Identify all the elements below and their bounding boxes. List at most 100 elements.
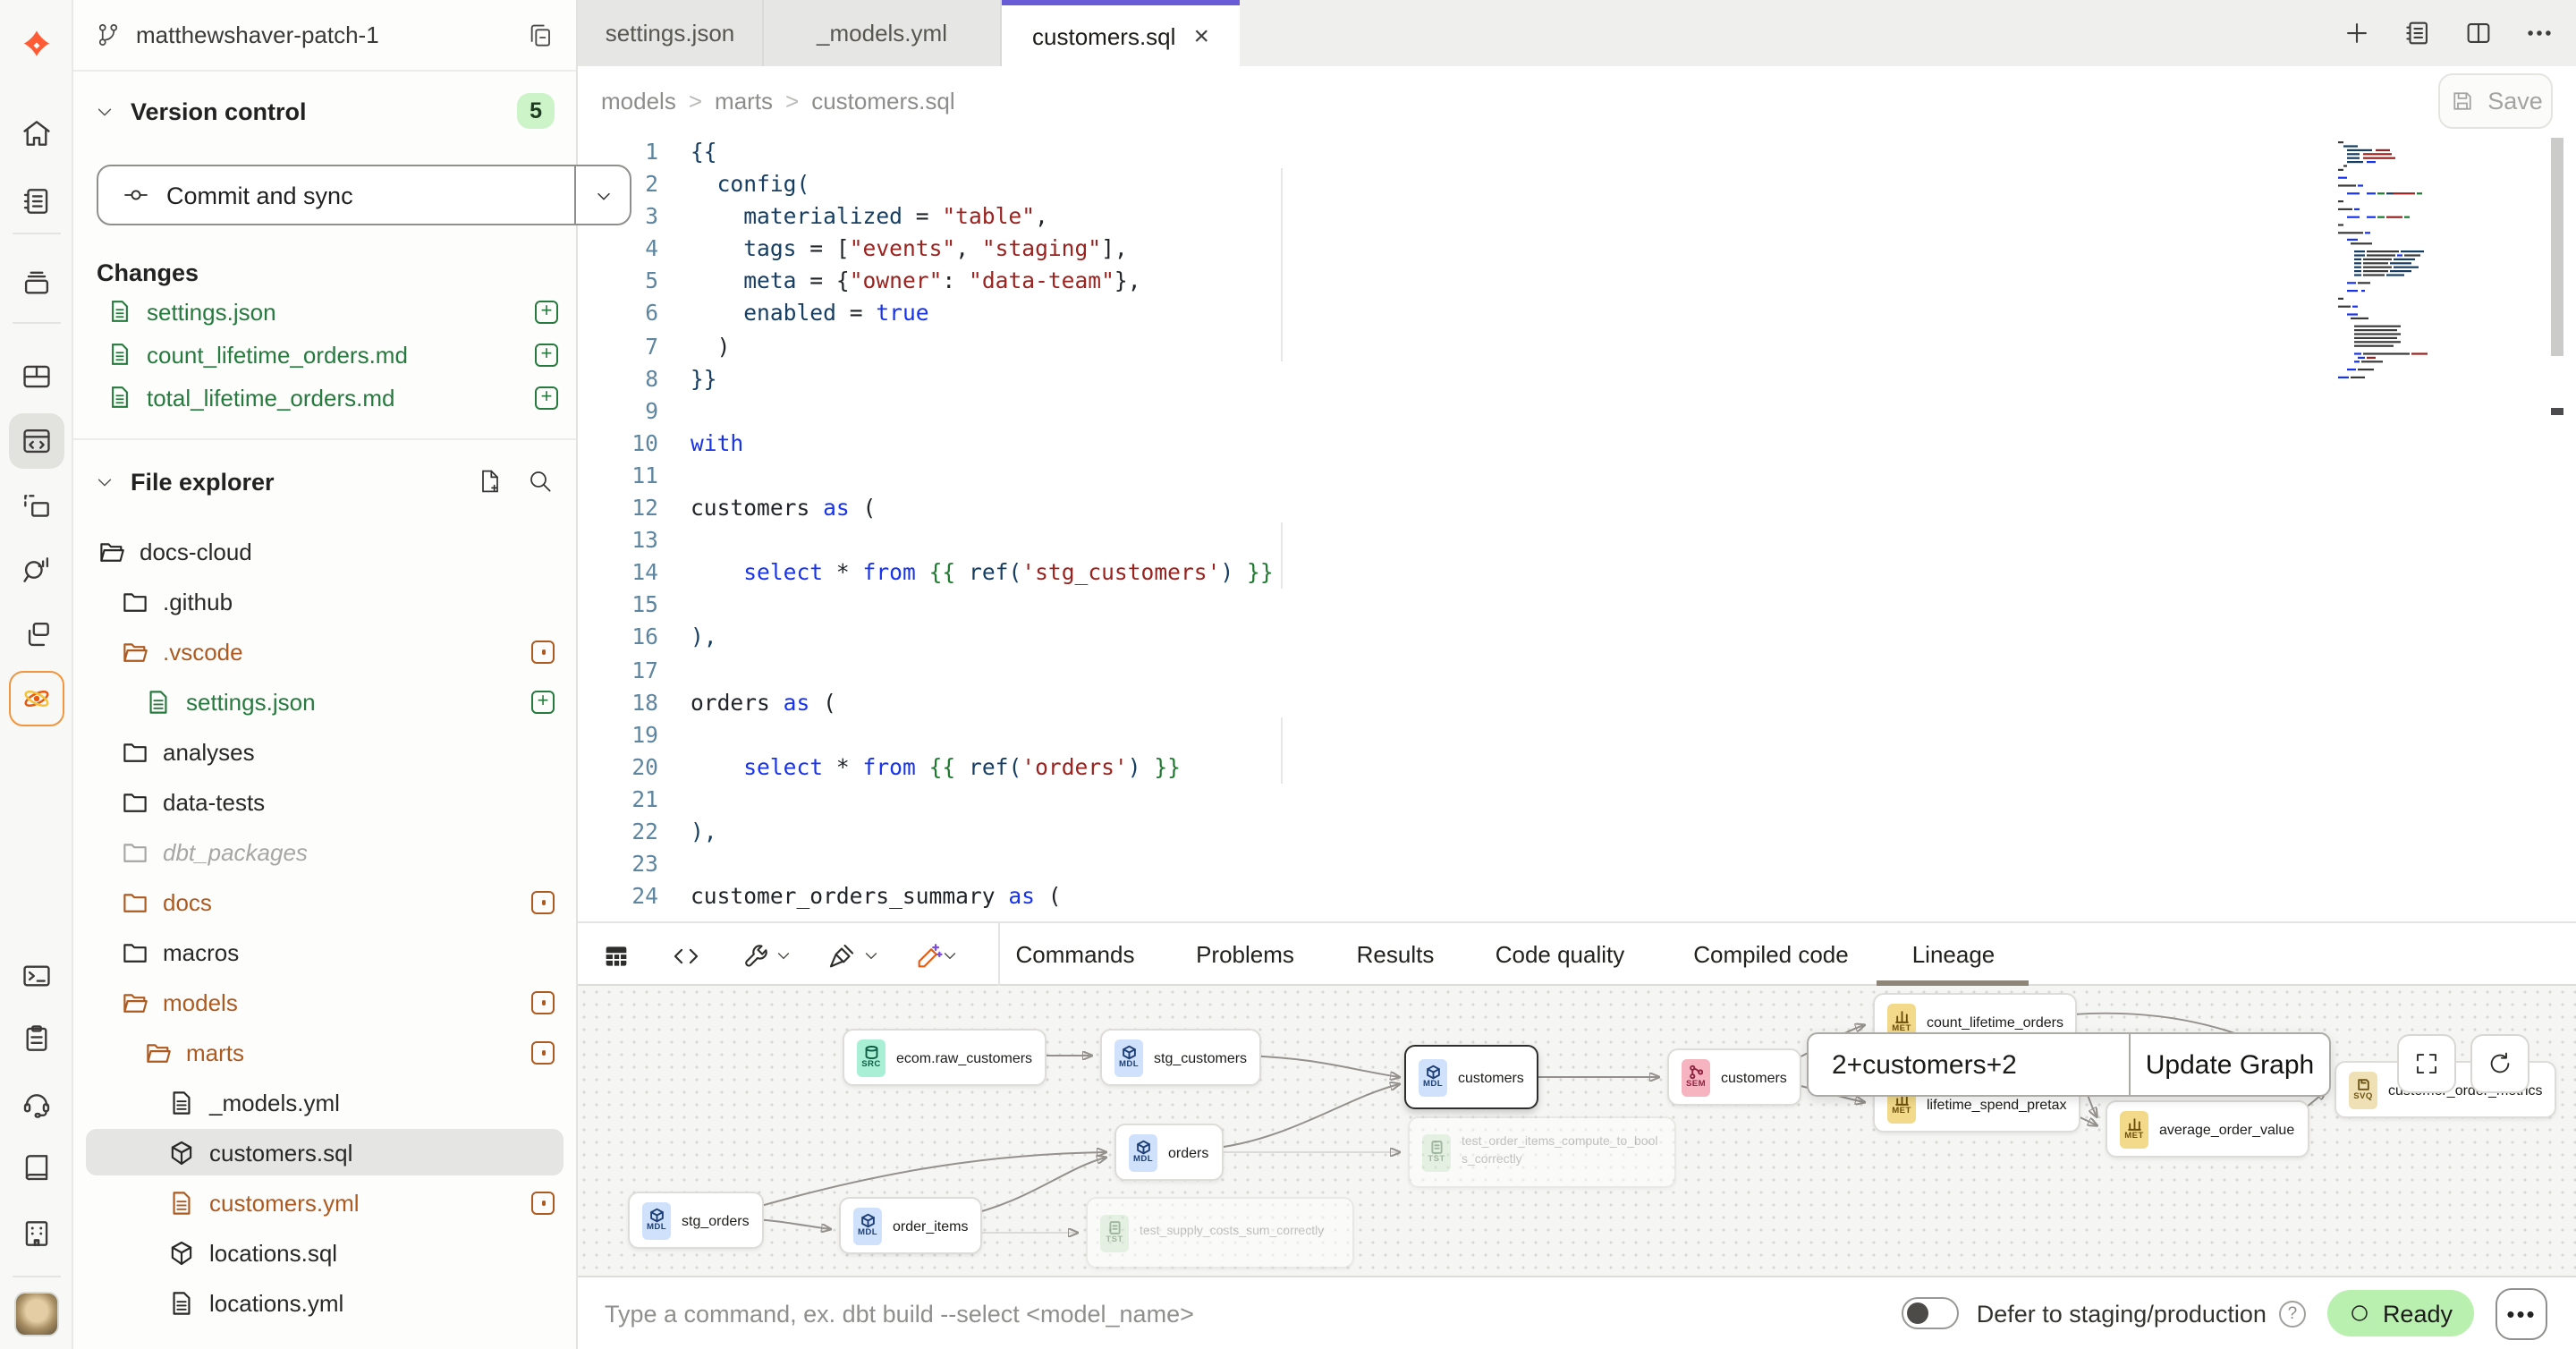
lineage-node-stg-orders[interactable]: MDL stg_orders [628,1192,764,1249]
archive-icon[interactable] [9,256,64,311]
windows-icon[interactable] [9,607,64,662]
lineage-node-ecom-raw-customers[interactable]: SRC ecom.raw_customers [843,1029,1046,1086]
canvas-icon[interactable] [9,479,64,535]
branch-name: matthewshaver-patch-1 [136,21,526,48]
scrollbar-thumb[interactable] [2551,138,2563,356]
dbt-logo-icon[interactable] [9,18,64,73]
save-button[interactable]: Save [2438,73,2553,129]
lineage-canvas[interactable]: SRC ecom.raw_customers MDL stg_customers… [578,986,2576,1276]
lineage-selector-input[interactable] [1809,1034,2129,1095]
panel-tab-code-quality[interactable]: Code quality [1496,923,1625,986]
support-headset-icon[interactable] [9,1075,64,1131]
update-graph-button[interactable]: Update Graph [2129,1034,2329,1095]
lineage-node-test-supply-costs[interactable]: TST test_supply_costs_sum_correctly [1086,1197,1354,1268]
insights-icon[interactable] [9,542,64,598]
more-actions-button[interactable] [2496,1287,2547,1339]
preview-table-icon[interactable] [594,934,637,977]
lineage-node-average-order-value[interactable]: MET average_order_value [2106,1100,2309,1158]
tree-item-docs-cloud[interactable]: docs-cloud [73,526,576,576]
avatar[interactable] [9,1286,64,1342]
tree-item-settings-json[interactable]: settings.json [73,676,576,726]
command-input[interactable] [601,1298,1902,1328]
tree-item-docs[interactable]: docs [73,877,576,927]
changed-file-row[interactable]: total_lifetime_orders.md [97,376,558,419]
stage-file-icon[interactable] [535,386,558,409]
help-icon[interactable]: ? [2279,1300,2306,1327]
notebook-icon[interactable] [9,174,64,229]
panel-tab-compiled-code[interactable]: Compiled code [1693,923,1848,986]
stage-file-icon[interactable] [535,300,558,323]
tree-item-marts[interactable]: marts [73,1027,576,1077]
commit-options-caret[interactable] [574,166,630,224]
tab-settings-json[interactable]: settings.json [578,0,764,66]
code-editor[interactable]: 1{{2 config(3 materialized = "table",4 t… [578,134,2576,921]
minimap[interactable] [2338,138,2483,381]
line-number: 9 [578,395,658,428]
status-ready-badge[interactable]: Ready [2327,1290,2474,1336]
tab-models-yml[interactable]: _models.yml [764,0,1002,66]
organization-icon[interactable] [9,1206,64,1261]
new-tab-icon[interactable] [2333,10,2379,56]
tree-item-locations-yml[interactable]: locations.yml [73,1277,576,1328]
tree-item-data-tests[interactable]: data-tests [73,776,576,827]
new-file-icon[interactable] [476,467,504,496]
compile-code-icon[interactable] [664,934,707,977]
dbt-copilot-icon[interactable] [9,671,64,726]
changed-file-row[interactable]: settings.json [97,290,558,333]
dashboard-icon[interactable] [9,349,64,404]
defer-toggle[interactable] [1902,1297,1959,1329]
chevron-down-icon[interactable] [941,946,959,964]
breadcrumb-file[interactable]: customers.sql [811,87,954,114]
stage-file-icon[interactable] [535,343,558,366]
tree-item-customers-yml[interactable]: customers.yml [73,1177,576,1227]
branch-row[interactable]: matthewshaver-patch-1 [73,0,576,72]
tree-item-models[interactable]: models [73,977,576,1027]
line-number: 7 [578,330,658,362]
copy-icon[interactable] [526,21,555,49]
tasks-clipboard-icon[interactable] [9,1011,64,1066]
tree-item-locations-sql[interactable]: locations.sql [73,1227,576,1277]
search-icon[interactable] [526,467,555,496]
version-control-header[interactable]: Version control 5 [95,93,555,129]
tree-item-customers-sql[interactable]: customers.sql [73,1127,576,1177]
tree-item-analyses[interactable]: analyses [73,726,576,776]
breadcrumb-marts[interactable]: marts [715,87,773,114]
panel-tab-problems[interactable]: Problems [1196,923,1294,986]
refresh-icon[interactable] [2470,1034,2529,1093]
tree-item--vscode[interactable]: .vscode [73,626,576,676]
panel-tab-lineage[interactable]: Lineage [1912,923,1996,986]
format-broom-icon[interactable] [819,934,862,977]
tree-item--github[interactable]: .github [73,576,576,626]
more-options-icon[interactable] [2515,10,2562,56]
lineage-node-stg-customers[interactable]: MDL stg_customers [1100,1029,1261,1086]
breadcrumb-models[interactable]: models [601,87,676,114]
lineage-node-order-items[interactable]: MDL order_items [839,1197,983,1254]
docs-book-icon[interactable] [9,1140,64,1195]
tree-item-dbt-packages[interactable]: dbt_packages [73,827,576,877]
file-explorer-header[interactable]: File explorer [95,462,555,501]
lineage-node-customers-semantic[interactable]: SEM customers [1667,1048,1801,1106]
tab-customers-sql[interactable]: customers.sql × [1002,0,1240,66]
code-editor-icon[interactable] [9,413,64,469]
modified-badge [531,890,555,913]
lineage-node-orders[interactable]: MDL orders [1114,1124,1223,1181]
notebook-panel-icon[interactable] [2394,10,2440,56]
tree-item-macros[interactable]: macros [73,927,576,977]
terminal-icon[interactable] [9,948,64,1004]
chevron-down-icon[interactable] [862,946,880,964]
changed-file-row[interactable]: count_lifetime_orders.md [97,333,558,376]
build-wrench-icon[interactable] [733,934,776,977]
split-editor-icon[interactable] [2454,10,2501,56]
chevron-down-icon[interactable] [775,946,792,964]
fullscreen-icon[interactable] [2397,1034,2456,1093]
home-icon[interactable] [9,106,64,161]
close-tab-icon[interactable]: × [1193,22,1209,49]
commit-and-sync-button[interactable]: Commit and sync [97,165,631,225]
panel-tab-commands[interactable]: Commands [1016,923,1135,986]
lineage-node-test-order-items[interactable]: TST test_order_items_compute_to_bools_co… [1408,1116,1676,1188]
editor-scrollbar[interactable] [2551,134,2563,921]
tree-item--models-yml[interactable]: _models.yml [73,1077,576,1127]
sidebar: matthewshaver-patch-1 Version control 5 … [73,0,578,1349]
lineage-node-customers-model[interactable]: MDL customers [1404,1045,1538,1109]
panel-tab-results[interactable]: Results [1357,923,1435,986]
